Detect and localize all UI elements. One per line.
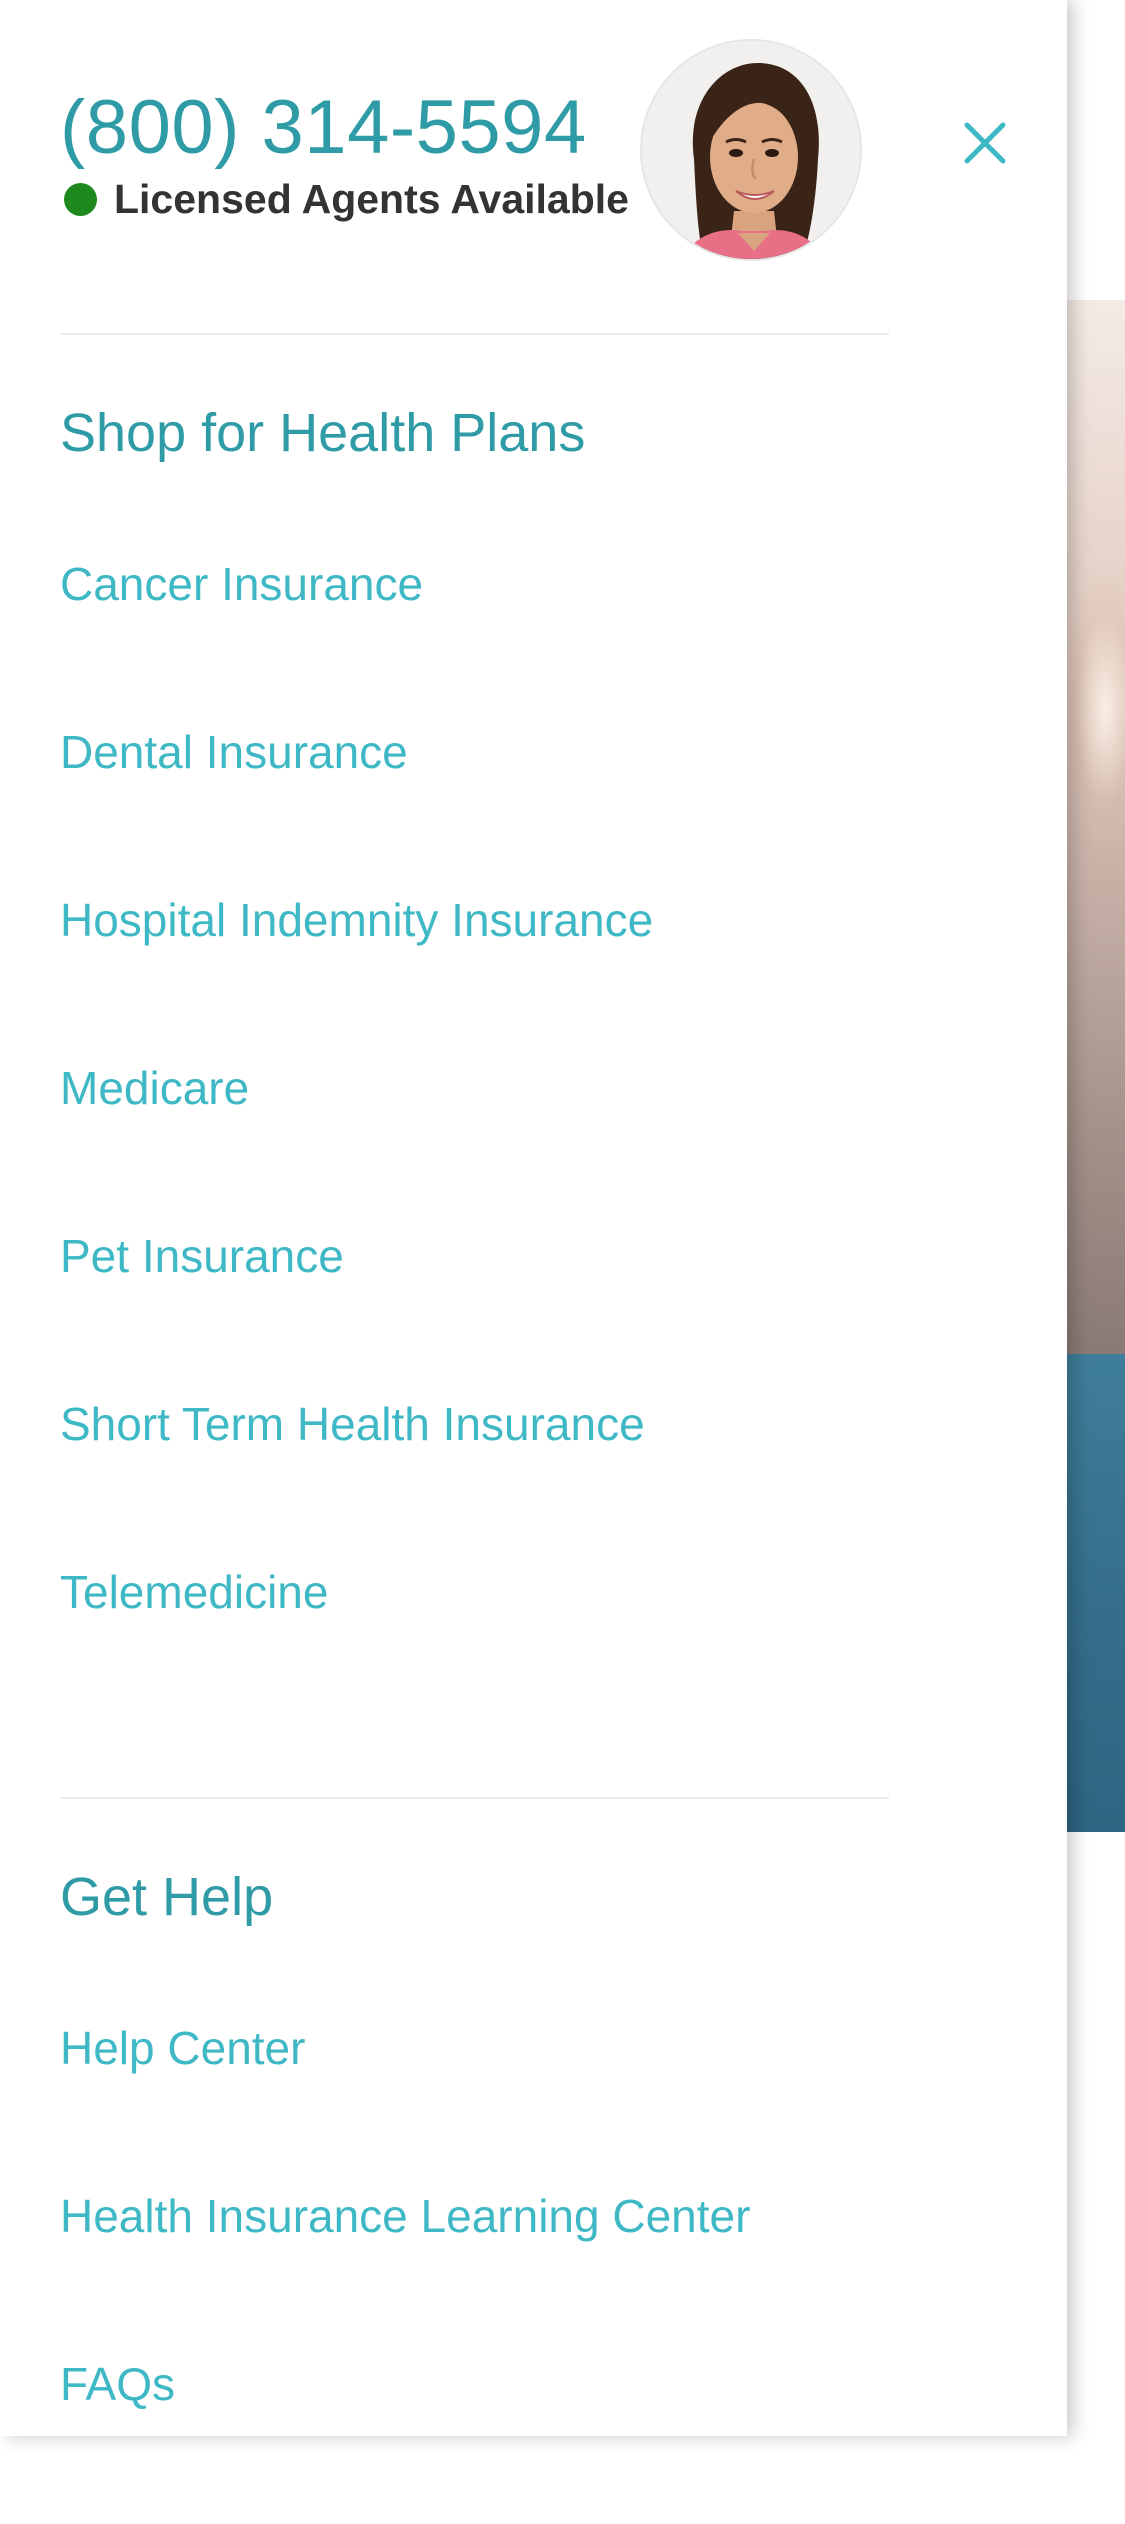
list-item: Telemedicine — [60, 1564, 653, 1732]
menu-link-medicare[interactable]: Medicare — [60, 1060, 653, 1116]
close-x-icon — [964, 122, 1006, 164]
menu-link-learning-center[interactable]: Health Insurance Learning Center — [60, 2188, 750, 2244]
menu-link-help-center[interactable]: Help Center — [60, 2020, 750, 2076]
menu-link-pet-insurance[interactable]: Pet Insurance — [60, 1228, 653, 1284]
menu-link-dental-insurance[interactable]: Dental Insurance — [60, 724, 653, 780]
help-section-title: Get Help — [60, 1867, 274, 1927]
agent-availability: Licensed Agents Available — [64, 174, 629, 224]
list-item: Medicare — [60, 1060, 653, 1228]
list-item: Dental Insurance — [60, 724, 653, 892]
shop-menu-list: Cancer Insurance Dental Insurance Hospit… — [60, 556, 653, 1732]
availability-label: Licensed Agents Available — [114, 176, 629, 222]
menu-link-faqs[interactable]: FAQs — [60, 2356, 750, 2412]
list-item: Pet Insurance — [60, 1228, 653, 1396]
menu-link-cancer-insurance[interactable]: Cancer Insurance — [60, 556, 653, 612]
hero-banner-band — [1060, 1354, 1125, 1832]
list-item: Hospital Indemnity Insurance — [60, 892, 653, 1060]
hero-image-highlight — [1060, 560, 1125, 860]
list-item: Cancer Insurance — [60, 556, 653, 724]
phone-number-link[interactable]: (800) 314-5594 — [60, 82, 587, 174]
list-item: Health Insurance Learning Center — [60, 2188, 750, 2356]
agent-photo-icon — [642, 41, 860, 259]
menu-link-short-term-health-insurance[interactable]: Short Term Health Insurance — [60, 1396, 653, 1452]
section-divider — [60, 333, 889, 335]
list-item: Short Term Health Insurance — [60, 1396, 653, 1564]
close-button[interactable] — [950, 108, 1020, 178]
shop-section-title: Shop for Health Plans — [60, 403, 586, 463]
list-item: FAQs — [60, 2356, 750, 2524]
menu-link-hospital-indemnity-insurance[interactable]: Hospital Indemnity Insurance — [60, 892, 653, 948]
online-status-icon — [64, 182, 97, 216]
agent-avatar — [640, 39, 862, 261]
navigation-drawer: (800) 314-5594 Licensed Agents Available — [0, 0, 1067, 2436]
list-item: Help Center — [60, 2020, 750, 2188]
help-menu-list: Help Center Health Insurance Learning Ce… — [60, 2020, 750, 2524]
menu-link-telemedicine[interactable]: Telemedicine — [60, 1564, 653, 1620]
section-divider — [60, 1797, 889, 1799]
